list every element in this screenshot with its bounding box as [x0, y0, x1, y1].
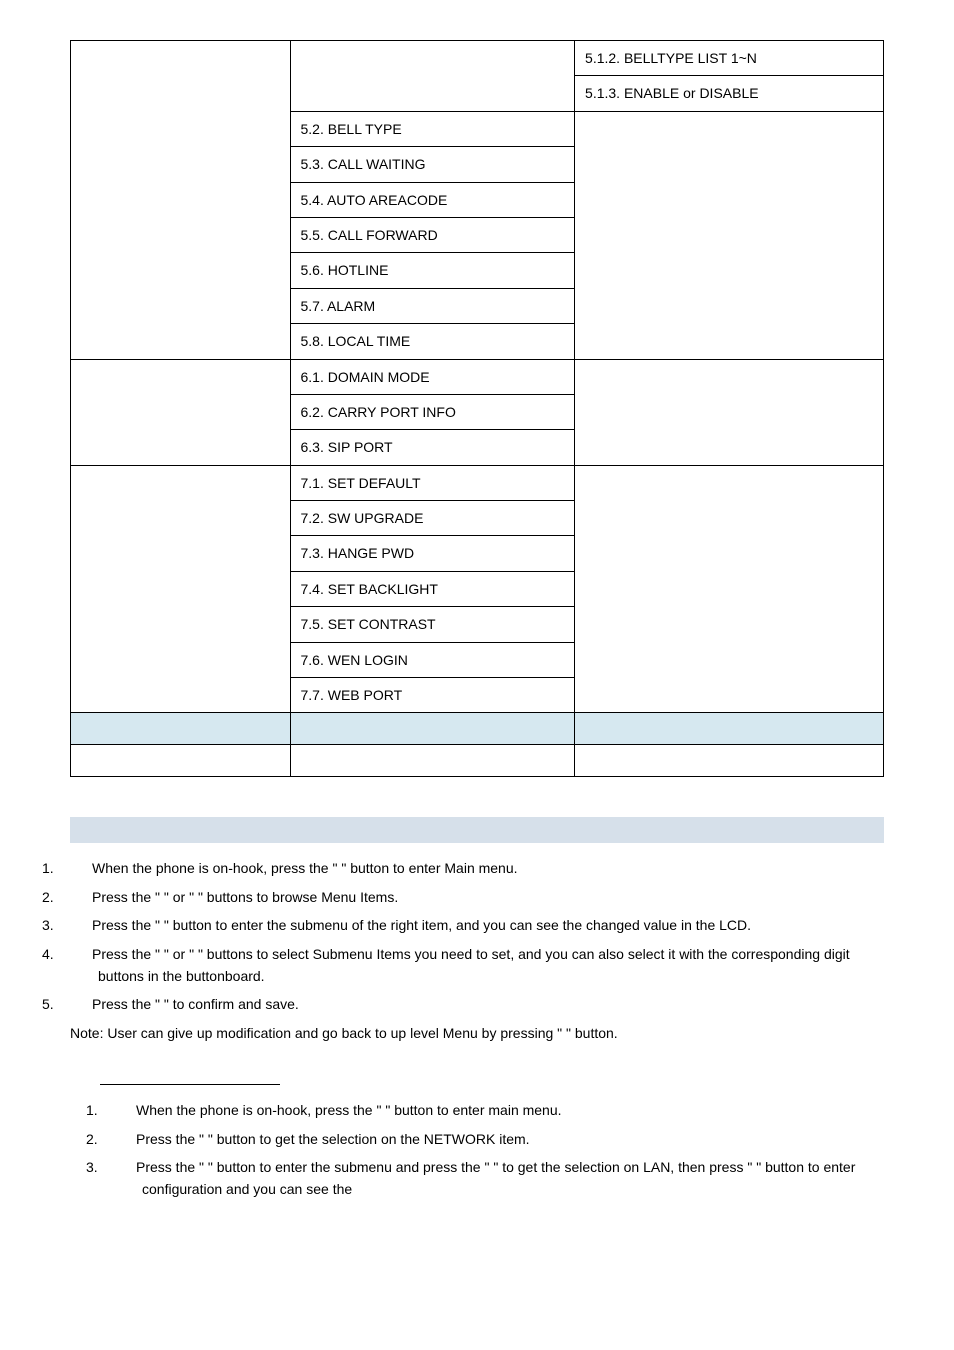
cell-empty — [575, 465, 884, 713]
instruction-text: Press the " " button to enter the submen… — [92, 917, 751, 933]
cell-empty — [290, 713, 575, 745]
cell-set-contrast: 7.5. SET CONTRAST — [290, 607, 575, 642]
cell-wen-login: 7.6. WEN LOGIN — [290, 642, 575, 677]
instruction-item: 5.Press the " " to confirm and save. — [70, 993, 884, 1015]
horizontal-divider — [100, 1084, 280, 1085]
cell-web-port: 7.7. WEB PORT — [290, 678, 575, 713]
sub-instruction-item: 2.Press the " " button to get the select… — [70, 1128, 884, 1150]
list-number: 2. — [114, 1128, 136, 1150]
cell-empty — [575, 111, 884, 359]
cell-carry-port-info: 6.2. CARRY PORT INFO — [290, 394, 575, 429]
sub-instruction-text: When the phone is on-hook, press the " "… — [136, 1102, 562, 1118]
table-row — [71, 745, 884, 777]
cell-call-waiting: 5.3. CALL WAITING — [290, 147, 575, 182]
sub-instruction-item: 3.Press the " " button to enter the subm… — [70, 1156, 884, 1201]
section-divider-bar — [70, 817, 884, 843]
sub-instruction-item: 1.When the phone is on-hook, press the "… — [70, 1099, 884, 1121]
cell-sw-upgrade: 7.2. SW UPGRADE — [290, 501, 575, 536]
cell-empty — [71, 41, 291, 360]
cell-enable-disable: 5.1.3. ENABLE or DISABLE — [575, 76, 884, 111]
cell-empty — [575, 359, 884, 465]
instruction-text: When the phone is on-hook, press the " "… — [92, 860, 518, 876]
table-row-highlight — [71, 713, 884, 745]
instruction-text: Press the " " or " " buttons to select S… — [92, 946, 850, 984]
instruction-item: 1.When the phone is on-hook, press the "… — [70, 857, 884, 879]
cell-domain-mode: 6.1. DOMAIN MODE — [290, 359, 575, 394]
cell-belltype-list: 5.1.2. BELLTYPE LIST 1~N — [575, 41, 884, 76]
list-number: 4. — [70, 943, 92, 965]
cell-sip-port: 6.3. SIP PORT — [290, 430, 575, 465]
list-number: 3. — [114, 1156, 136, 1178]
cell-hange-pwd: 7.3. HANGE PWD — [290, 536, 575, 571]
table-row: 5.1.2. BELLTYPE LIST 1~N — [71, 41, 884, 76]
instruction-text: Press the " " or " " buttons to browse M… — [92, 889, 398, 905]
sub-instruction-text: Press the " " button to enter the submen… — [136, 1159, 855, 1197]
cell-empty — [71, 465, 291, 713]
cell-set-default: 7.1. SET DEFAULT — [290, 465, 575, 500]
list-number: 5. — [70, 993, 92, 1015]
instruction-text: Press the " " to confirm and save. — [92, 996, 299, 1012]
cell-alarm: 5.7. ALARM — [290, 288, 575, 323]
cell-auto-areacode: 5.4. AUTO AREACODE — [290, 182, 575, 217]
sub-instruction-text: Press the " " button to get the selectio… — [136, 1131, 530, 1147]
cell-empty — [71, 359, 291, 465]
cell-empty — [71, 745, 291, 777]
sub-instructions-block: 1.When the phone is on-hook, press the "… — [70, 1099, 884, 1201]
instructions-block: 1.When the phone is on-hook, press the "… — [70, 857, 884, 1044]
cell-empty — [575, 713, 884, 745]
instruction-item: 2.Press the " " or " " buttons to browse… — [70, 886, 884, 908]
list-number: 1. — [114, 1099, 136, 1121]
list-number: 3. — [70, 914, 92, 936]
cell-bell-type: 5.2. BELL TYPE — [290, 111, 575, 146]
cell-local-time: 5.8. LOCAL TIME — [290, 324, 575, 359]
cell-empty — [290, 41, 575, 112]
cell-empty — [71, 713, 291, 745]
instruction-item: 4.Press the " " or " " buttons to select… — [70, 943, 884, 988]
cell-set-backlight: 7.4. SET BACKLIGHT — [290, 571, 575, 606]
instruction-note: Note: User can give up modification and … — [70, 1022, 884, 1044]
cell-call-forward: 5.5. CALL FORWARD — [290, 217, 575, 252]
list-number: 2. — [70, 886, 92, 908]
cell-empty — [575, 745, 884, 777]
list-number: 1. — [70, 857, 92, 879]
table-row: 6.1. DOMAIN MODE — [71, 359, 884, 394]
cell-hotline: 5.6. HOTLINE — [290, 253, 575, 288]
cell-empty — [290, 745, 575, 777]
menu-table: 5.1.2. BELLTYPE LIST 1~N 5.1.3. ENABLE o… — [70, 40, 884, 777]
table-row: 7.1. SET DEFAULT — [71, 465, 884, 500]
instruction-item: 3.Press the " " button to enter the subm… — [70, 914, 884, 936]
